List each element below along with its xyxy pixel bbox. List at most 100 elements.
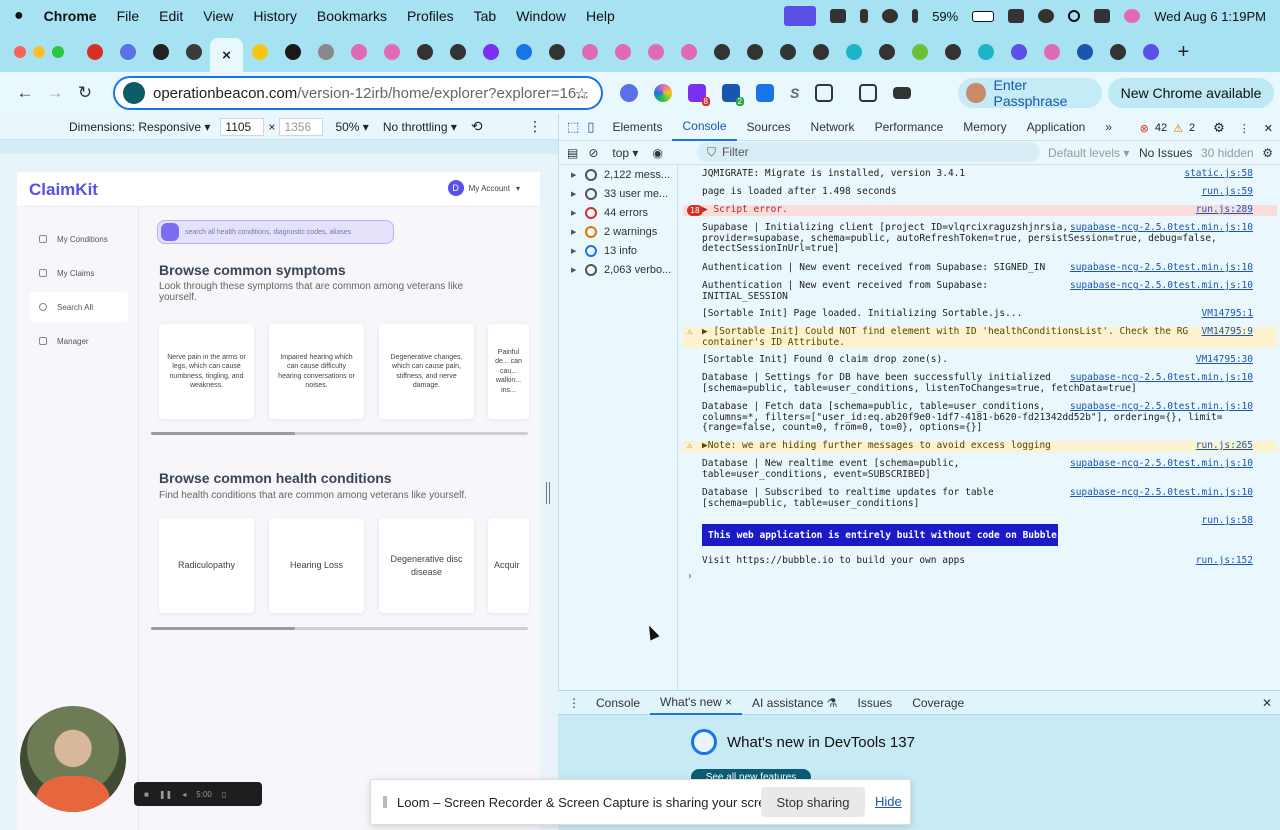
expand-triangle-icon[interactable]: ▶ (571, 247, 585, 255)
condition-card[interactable]: Degenerative disc disease (379, 518, 474, 613)
drawer-tab-whats-new[interactable]: What's new × (650, 691, 743, 715)
bird-icon[interactable] (830, 9, 847, 23)
source-link[interactable]: static.js:58 (1184, 168, 1253, 180)
extension-4-icon[interactable]: 2 (722, 84, 744, 106)
drawer-tab-coverage[interactable]: Coverage (902, 696, 974, 710)
browser-tab[interactable] (672, 38, 705, 66)
browser-tab[interactable] (243, 38, 276, 66)
tab-elements[interactable]: Elements (602, 114, 672, 141)
tab-memory[interactable]: Memory (953, 114, 1016, 141)
console-sidebar-item[interactable]: ▶ 13 info (559, 241, 677, 260)
zoom-window-button[interactable] (52, 46, 64, 58)
warning-count[interactable]: 2 (1189, 122, 1195, 134)
claimkit-logo[interactable]: ClaimKit (29, 180, 98, 200)
close-icon[interactable]: ✕ (1264, 122, 1273, 135)
devtools-more-icon[interactable]: ⋮ (1239, 122, 1250, 135)
browser-tab[interactable] (342, 38, 375, 66)
browser-tab[interactable] (78, 38, 111, 66)
browser-tab[interactable] (837, 38, 870, 66)
tab-sources[interactable]: Sources (737, 114, 801, 141)
play-icon[interactable] (882, 9, 899, 23)
clear-console-icon[interactable]: ⊘ (588, 146, 598, 160)
viewport-resize-handle[interactable] (546, 482, 550, 504)
console-prompt[interactable]: › (687, 571, 693, 582)
browser-tab[interactable] (177, 38, 210, 66)
screen-share-icon[interactable] (784, 6, 817, 26)
menubar-clock[interactable]: Wed Aug 6 1:19PM (1154, 9, 1266, 24)
console-message[interactable]: [Sortable Init] Found 0 claim drop zone(… (683, 354, 1277, 366)
media-query-ruler[interactable] (0, 140, 558, 154)
tab-network[interactable]: Network (801, 114, 865, 141)
source-link[interactable]: supabase-ncg-2.5.0test.min.js:10 (1070, 401, 1253, 413)
browser-tab[interactable] (606, 38, 639, 66)
console-sidebar-item[interactable]: ▶ 2,063 verbo... (559, 260, 677, 279)
tab-performance[interactable]: Performance (865, 114, 954, 141)
browser-tab[interactable] (870, 38, 903, 66)
close-tab-icon[interactable]: × (222, 47, 231, 64)
device-more-icon[interactable]: ⋮ (528, 118, 542, 135)
browser-tab[interactable] (573, 38, 606, 66)
battery-icon[interactable] (972, 10, 995, 22)
expand-triangle-icon[interactable]: ▶ (571, 209, 585, 217)
expand-triangle-icon[interactable]: ▶ (571, 228, 585, 236)
condition-card[interactable]: Radiculopathy (159, 518, 254, 613)
console-sidebar-item[interactable]: ▶ 2 warnings (559, 222, 677, 241)
enter-passphrase-button[interactable]: Enter Passphrase (958, 77, 1102, 109)
console-message[interactable]: Visit https://bubble.io to build your ow… (683, 555, 1277, 567)
rotate-icon[interactable]: ⟲ (471, 118, 483, 135)
restart-icon[interactable]: ◂ (182, 790, 186, 799)
more-tabs-button[interactable]: » (1095, 114, 1122, 141)
expand-triangle-icon[interactable]: ▶ (571, 171, 585, 179)
menu-window[interactable]: Window (516, 8, 566, 24)
console-message[interactable]: Supabase | Initializing client [project … (683, 222, 1277, 255)
browser-tab[interactable] (903, 38, 936, 66)
browser-tab[interactable] (1002, 38, 1035, 66)
webcam-bubble[interactable] (20, 706, 126, 812)
console-message[interactable]: Database | Fetch data [schema=public, ta… (683, 401, 1277, 434)
source-link[interactable]: supabase-ncg-2.5.0test.min.js:10 (1070, 222, 1253, 234)
console-filter-input[interactable]: ⛉ Filter (697, 142, 1040, 162)
browser-tab[interactable] (771, 38, 804, 66)
browser-tab[interactable] (111, 38, 144, 66)
control-center-icon[interactable] (1094, 9, 1111, 23)
extension-s-icon[interactable]: S (790, 85, 799, 101)
browser-tab[interactable] (144, 38, 177, 66)
extension-1-icon[interactable] (620, 84, 638, 102)
zoom-select[interactable]: 50% ▾ (335, 120, 368, 134)
user-icon[interactable] (1038, 9, 1055, 23)
condition-card[interactable]: Acquir (488, 518, 529, 613)
symptom-card[interactable]: Painful de... can cau... walkin... ins..… (488, 324, 529, 419)
source-link[interactable]: supabase-ncg-2.5.0test.min.js:10 (1070, 372, 1253, 384)
source-link[interactable]: supabase-ncg-2.5.0test.min.js:10 (1070, 280, 1253, 292)
error-count[interactable]: 42 (1155, 122, 1167, 134)
spotlight-search-icon[interactable] (1068, 10, 1081, 22)
height-input[interactable]: 1356 (279, 117, 324, 136)
new-chrome-available-button[interactable]: New Chrome available (1108, 78, 1274, 108)
stop-sharing-button[interactable]: Stop sharing (761, 787, 865, 817)
new-tab-button[interactable]: + (1167, 38, 1200, 66)
account-menu[interactable]: D My Account ▾ (447, 180, 520, 196)
browser-tab[interactable] (540, 38, 573, 66)
address-bar[interactable]: operationbeacon.com/version-12irb/home/e… (113, 76, 603, 110)
source-link[interactable]: supabase-ncg-2.5.0test.min.js:10 (1070, 262, 1253, 274)
menu-help[interactable]: Help (586, 8, 615, 24)
close-icon[interactable]: ✕ (1262, 696, 1272, 710)
menu-edit[interactable]: Edit (159, 8, 183, 24)
stop-icon[interactable]: ■ (144, 790, 149, 799)
conditions-search-input[interactable]: search all health conditions, diagnostic… (157, 220, 394, 244)
console-message[interactable]: 18 ▶ Script error. run.js:289 (683, 204, 1277, 216)
dimensions-select[interactable]: Dimensions: Responsive ▾ (69, 120, 210, 134)
console-message[interactable]: Authentication | New event received from… (683, 262, 1277, 274)
drawer-tab-console[interactable]: Console (586, 696, 650, 710)
browser-tab[interactable] (1134, 38, 1167, 66)
tab-console[interactable]: Console (672, 114, 737, 141)
back-button[interactable]: ← (10, 78, 40, 108)
console-message[interactable]: Database | New realtime event [schema=pu… (683, 458, 1277, 480)
menu-profiles[interactable]: Profiles (407, 8, 454, 24)
apple-menu-icon[interactable]: ● (14, 7, 24, 25)
expand-triangle-icon[interactable]: ▶ (571, 266, 585, 274)
browser-tab[interactable] (375, 38, 408, 66)
bolt-icon[interactable] (860, 9, 869, 23)
browser-tab[interactable] (804, 38, 837, 66)
context-select[interactable]: top ▾ (612, 146, 638, 160)
